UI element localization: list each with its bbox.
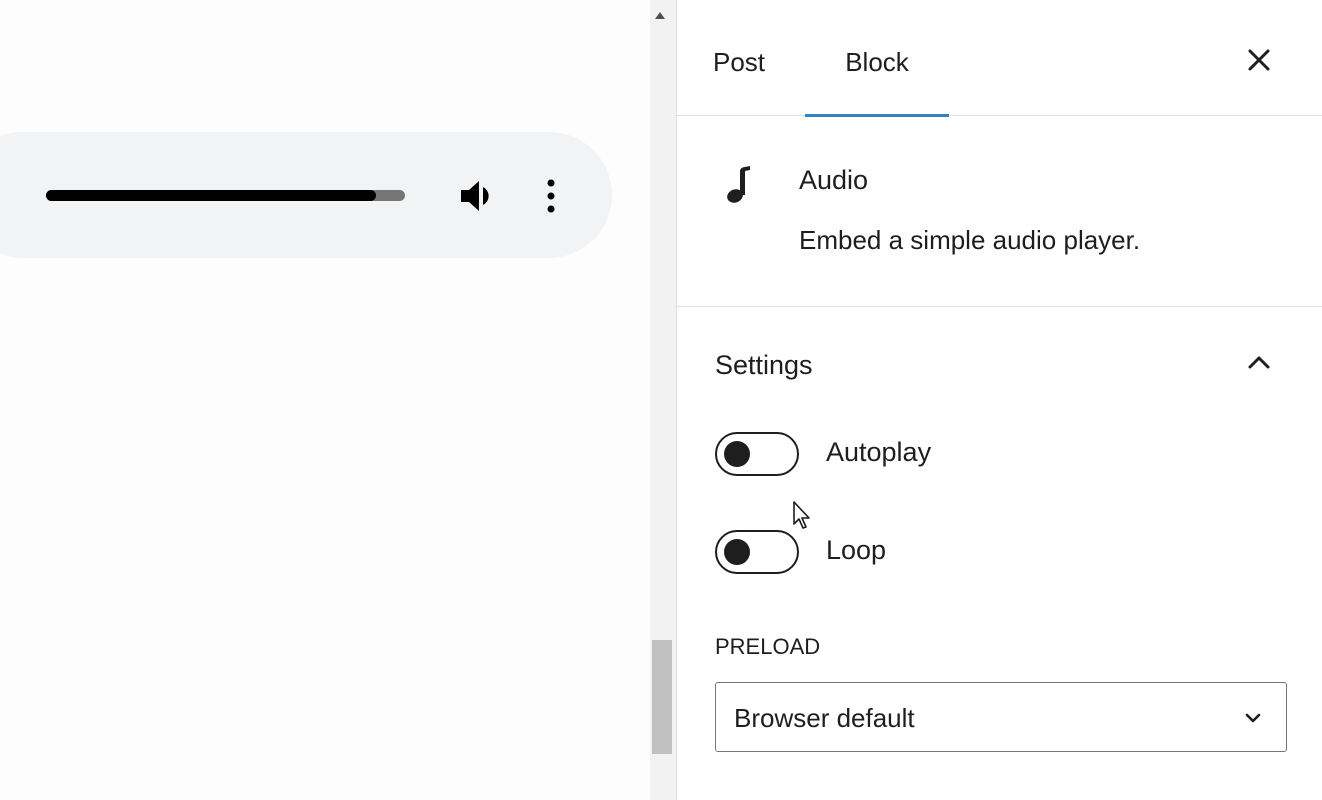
audio-progress-bar[interactable] — [46, 190, 405, 201]
block-description: Embed a simple audio player. — [799, 225, 1141, 255]
sidebar-tabs: Post Block — [677, 0, 1322, 117]
block-card: Audio Embed a simple audio player. — [677, 117, 1322, 307]
loop-label[interactable]: Loop — [826, 535, 886, 566]
volume-button[interactable] — [458, 176, 498, 216]
loop-toggle[interactable] — [715, 530, 799, 574]
more-vertical-icon — [547, 179, 555, 213]
autoplay-toggle-knob — [724, 441, 750, 467]
preload-select[interactable]: Browser default — [715, 682, 1287, 752]
music-note-icon — [727, 166, 750, 203]
settings-panel-title[interactable]: Settings — [715, 350, 813, 381]
more-options-button[interactable] — [536, 176, 566, 216]
editor-canvas — [0, 0, 650, 800]
close-sidebar-button[interactable] — [1239, 38, 1279, 82]
loop-setting: Loop — [715, 530, 1275, 574]
scroll-thumb[interactable] — [652, 640, 672, 754]
volume-icon — [461, 181, 489, 211]
audio-progress-fill — [46, 190, 377, 201]
collapse-settings-button[interactable] — [1241, 344, 1277, 380]
tab-post[interactable]: Post — [713, 0, 785, 116]
preload-label: Preload — [715, 634, 821, 659]
preload-selected-value: Browser default — [734, 703, 915, 733]
chevron-down-icon — [1245, 713, 1261, 723]
autoplay-setting: Autoplay — [715, 432, 1275, 476]
autoplay-toggle[interactable] — [715, 432, 799, 476]
tab-block[interactable]: Block — [805, 0, 949, 117]
scroll-up-arrow[interactable] — [655, 12, 665, 19]
settings-panel: Settings Autoplay Loop Preload — [677, 308, 1322, 800]
loop-toggle-knob — [724, 539, 750, 565]
close-icon — [1248, 49, 1270, 71]
settings-sidebar: Post Block Audio Embed a simple audio pl… — [676, 0, 1322, 800]
chevron-up-icon — [1248, 356, 1270, 369]
autoplay-label[interactable]: Autoplay — [826, 437, 931, 468]
editor-window: Post Block Audio Embed a simple audio pl… — [0, 0, 1322, 800]
block-title: Audio — [799, 165, 869, 195]
canvas-scrollbar[interactable] — [650, 0, 676, 800]
